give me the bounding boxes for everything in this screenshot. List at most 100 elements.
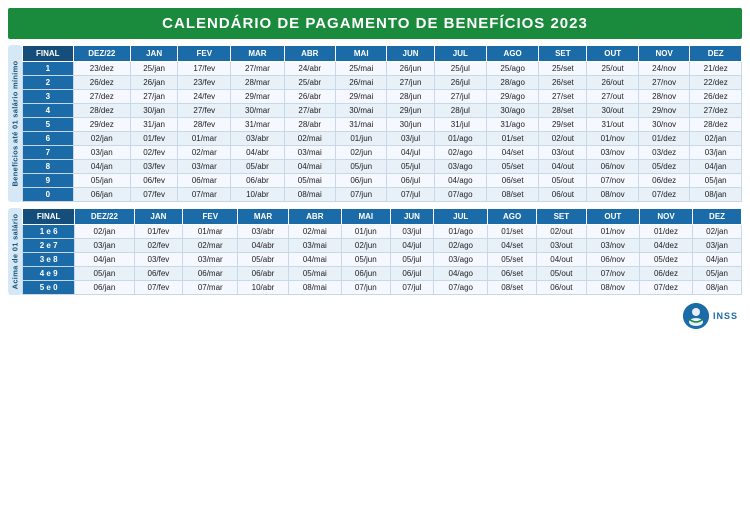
table1-cell-1-0: 2 bbox=[23, 76, 74, 90]
table1-cell-8-4: 06/abr bbox=[231, 174, 284, 188]
table1-row-2: 327/dez27/jan24/fev29/mar26/abr29/mai28/… bbox=[23, 90, 742, 104]
table1-cell-4-5: 28/abr bbox=[284, 118, 335, 132]
table2-cell-1-8: 02/ago bbox=[434, 239, 488, 253]
table1-cell-4-10: 29/set bbox=[539, 118, 587, 132]
table1-cell-1-9: 28/ago bbox=[487, 76, 539, 90]
table1-cell-2-2: 27/jan bbox=[130, 90, 177, 104]
table2-header-cell-2: JAN bbox=[134, 209, 183, 225]
table2-header-cell-1: DEZ/22 bbox=[75, 209, 134, 225]
table2-cell-3-4: 06/abr bbox=[238, 267, 289, 281]
table2-cell-0-13: 02/jan bbox=[693, 225, 742, 239]
table2-cell-3-11: 07/nov bbox=[586, 267, 639, 281]
table1-cell-0-10: 25/set bbox=[539, 62, 587, 76]
table2-cell-0-0: 1 e 6 bbox=[23, 225, 75, 239]
table1-cell-2-13: 26/dez bbox=[690, 90, 742, 104]
table2-cell-4-3: 07/mar bbox=[183, 281, 238, 295]
table2-cell-2-4: 05/abr bbox=[238, 253, 289, 267]
table1-cell-9-13: 08/jan bbox=[690, 188, 742, 202]
table2-cell-3-5: 05/mai bbox=[288, 267, 341, 281]
table1-cell-9-10: 06/out bbox=[539, 188, 587, 202]
table1-side-label: Benefícios até 01 salário mínimo bbox=[8, 45, 22, 202]
table2-cell-4-13: 08/jan bbox=[693, 281, 742, 295]
table1-cell-1-11: 26/out bbox=[587, 76, 638, 90]
table2-cell-0-7: 03/jul bbox=[390, 225, 434, 239]
table2-cell-4-4: 10/abr bbox=[238, 281, 289, 295]
table1-cell-2-6: 29/mai bbox=[335, 90, 386, 104]
table2-cell-1-4: 04/abr bbox=[238, 239, 289, 253]
table1-cell-8-2: 06/fev bbox=[130, 174, 177, 188]
table1-cell-4-6: 31/mai bbox=[335, 118, 386, 132]
table1-row-0: 123/dez25/jan17/fev27/mar24/abr25/mai26/… bbox=[23, 62, 742, 76]
table1-cell-9-7: 07/jul bbox=[387, 188, 434, 202]
table1-cell-5-5: 02/mai bbox=[284, 132, 335, 146]
table2-cell-0-3: 01/mar bbox=[183, 225, 238, 239]
table1-cell-8-12: 06/dez bbox=[638, 174, 689, 188]
table2-header-cell-6: MAI bbox=[341, 209, 390, 225]
inss-circle-icon bbox=[683, 303, 709, 329]
table1-cell-4-13: 28/dez bbox=[690, 118, 742, 132]
table1-cell-1-10: 26/set bbox=[539, 76, 587, 90]
table1-cell-3-5: 27/abr bbox=[284, 104, 335, 118]
table2-header-cell-12: NOV bbox=[639, 209, 692, 225]
table1-cell-7-2: 03/fev bbox=[130, 160, 177, 174]
table2-cell-2-2: 03/fev bbox=[134, 253, 183, 267]
table1-cell-7-7: 05/jul bbox=[387, 160, 434, 174]
table1-cell-4-4: 31/mar bbox=[231, 118, 284, 132]
table1: FINALDEZ/22JANFEVMARABRMAIJUNJULAGOSETOU… bbox=[22, 45, 742, 202]
table2-cell-2-9: 05/set bbox=[488, 253, 537, 267]
table1-cell-7-3: 03/mar bbox=[178, 160, 231, 174]
table1-cell-3-13: 27/dez bbox=[690, 104, 742, 118]
table2-header-cell-0: FINAL bbox=[23, 209, 75, 225]
table2-header-cell-4: MAR bbox=[238, 209, 289, 225]
table2-cell-4-5: 08/mai bbox=[288, 281, 341, 295]
table2-cell-2-5: 04/mai bbox=[288, 253, 341, 267]
table1-cell-6-11: 03/nov bbox=[587, 146, 638, 160]
table1-cell-0-6: 25/mai bbox=[335, 62, 386, 76]
table2-cell-1-9: 04/set bbox=[488, 239, 537, 253]
table1-row-8: 905/jan06/fev06/mar06/abr05/mai06/jun06/… bbox=[23, 174, 742, 188]
table2-cell-2-0: 3 e 8 bbox=[23, 253, 75, 267]
table1-cell-0-3: 17/fev bbox=[178, 62, 231, 76]
table2-cell-1-0: 2 e 7 bbox=[23, 239, 75, 253]
table1-cell-5-0: 6 bbox=[23, 132, 74, 146]
table2-cell-2-6: 05/jun bbox=[341, 253, 390, 267]
table1-cell-9-11: 08/nov bbox=[587, 188, 638, 202]
inss-emblem bbox=[683, 303, 709, 329]
table1-body: 123/dez25/jan17/fev27/mar24/abr25/mai26/… bbox=[23, 62, 742, 202]
table2-cell-4-9: 08/set bbox=[488, 281, 537, 295]
table2-cell-3-6: 06/jun bbox=[341, 267, 390, 281]
table2-cell-4-2: 07/fev bbox=[134, 281, 183, 295]
table2-cell-0-4: 03/abr bbox=[238, 225, 289, 239]
table2-cell-0-12: 01/dez bbox=[639, 225, 692, 239]
table1-header-cell-1: DEZ/22 bbox=[73, 46, 130, 62]
table1-cell-9-3: 07/mar bbox=[178, 188, 231, 202]
table1-cell-1-1: 26/dez bbox=[73, 76, 130, 90]
table1-header-cell-8: JUL bbox=[434, 46, 486, 62]
table1-cell-7-10: 04/out bbox=[539, 160, 587, 174]
table2-cell-0-9: 01/set bbox=[488, 225, 537, 239]
table1-header-cell-0: FINAL bbox=[23, 46, 74, 62]
table1-cell-8-1: 05/jan bbox=[73, 174, 130, 188]
table1-cell-3-2: 30/jan bbox=[130, 104, 177, 118]
table1-cell-0-12: 24/nov bbox=[638, 62, 689, 76]
table1-cell-2-5: 26/abr bbox=[284, 90, 335, 104]
table1-cell-7-12: 05/dez bbox=[638, 160, 689, 174]
table1-cell-9-6: 07/jun bbox=[335, 188, 386, 202]
table2-side-label: Acima de 01 salário bbox=[8, 208, 22, 295]
table1-cell-4-1: 29/dez bbox=[73, 118, 130, 132]
footer: INSS bbox=[8, 303, 742, 329]
table1-cell-3-6: 30/mai bbox=[335, 104, 386, 118]
table2-cell-1-6: 02/jun bbox=[341, 239, 390, 253]
table1-cell-9-0: 0 bbox=[23, 188, 74, 202]
table1-cell-3-1: 28/dez bbox=[73, 104, 130, 118]
table1-cell-6-6: 02/jun bbox=[335, 146, 386, 160]
table2-cell-0-5: 02/mai bbox=[288, 225, 341, 239]
table2-cell-4-11: 08/nov bbox=[586, 281, 639, 295]
table1-cell-2-0: 3 bbox=[23, 90, 74, 104]
table1-cell-9-8: 07/ago bbox=[434, 188, 486, 202]
table2-cell-0-10: 02/out bbox=[537, 225, 587, 239]
table2-cell-1-11: 03/nov bbox=[586, 239, 639, 253]
table2-cell-1-7: 04/jul bbox=[390, 239, 434, 253]
table1-cell-1-8: 26/jul bbox=[434, 76, 486, 90]
table1-row-6: 703/jan02/fev02/mar04/abr03/mai02/jun04/… bbox=[23, 146, 742, 160]
